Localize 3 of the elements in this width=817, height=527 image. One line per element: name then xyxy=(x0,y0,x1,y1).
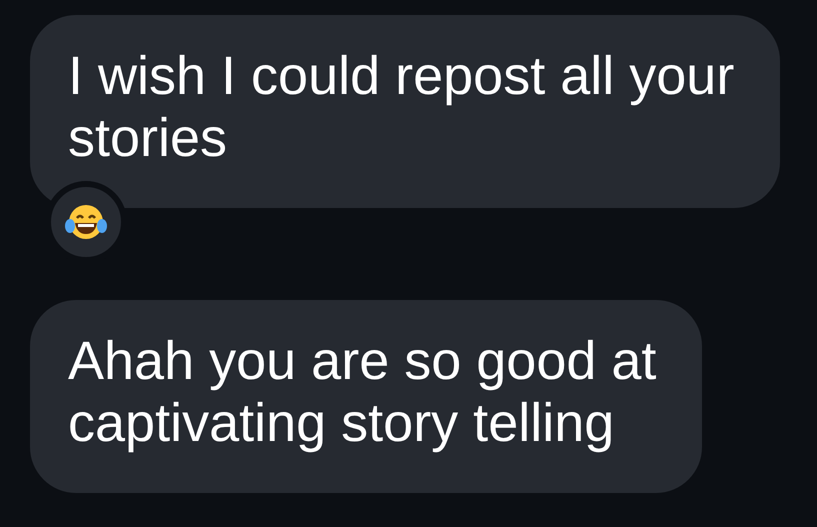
message-bubble: Ahah you are so good at captivating story telling xyxy=(30,300,702,493)
message-bubble: I wish I could repost all your stories xyxy=(30,15,780,208)
laughing-emoji-icon xyxy=(64,202,108,242)
